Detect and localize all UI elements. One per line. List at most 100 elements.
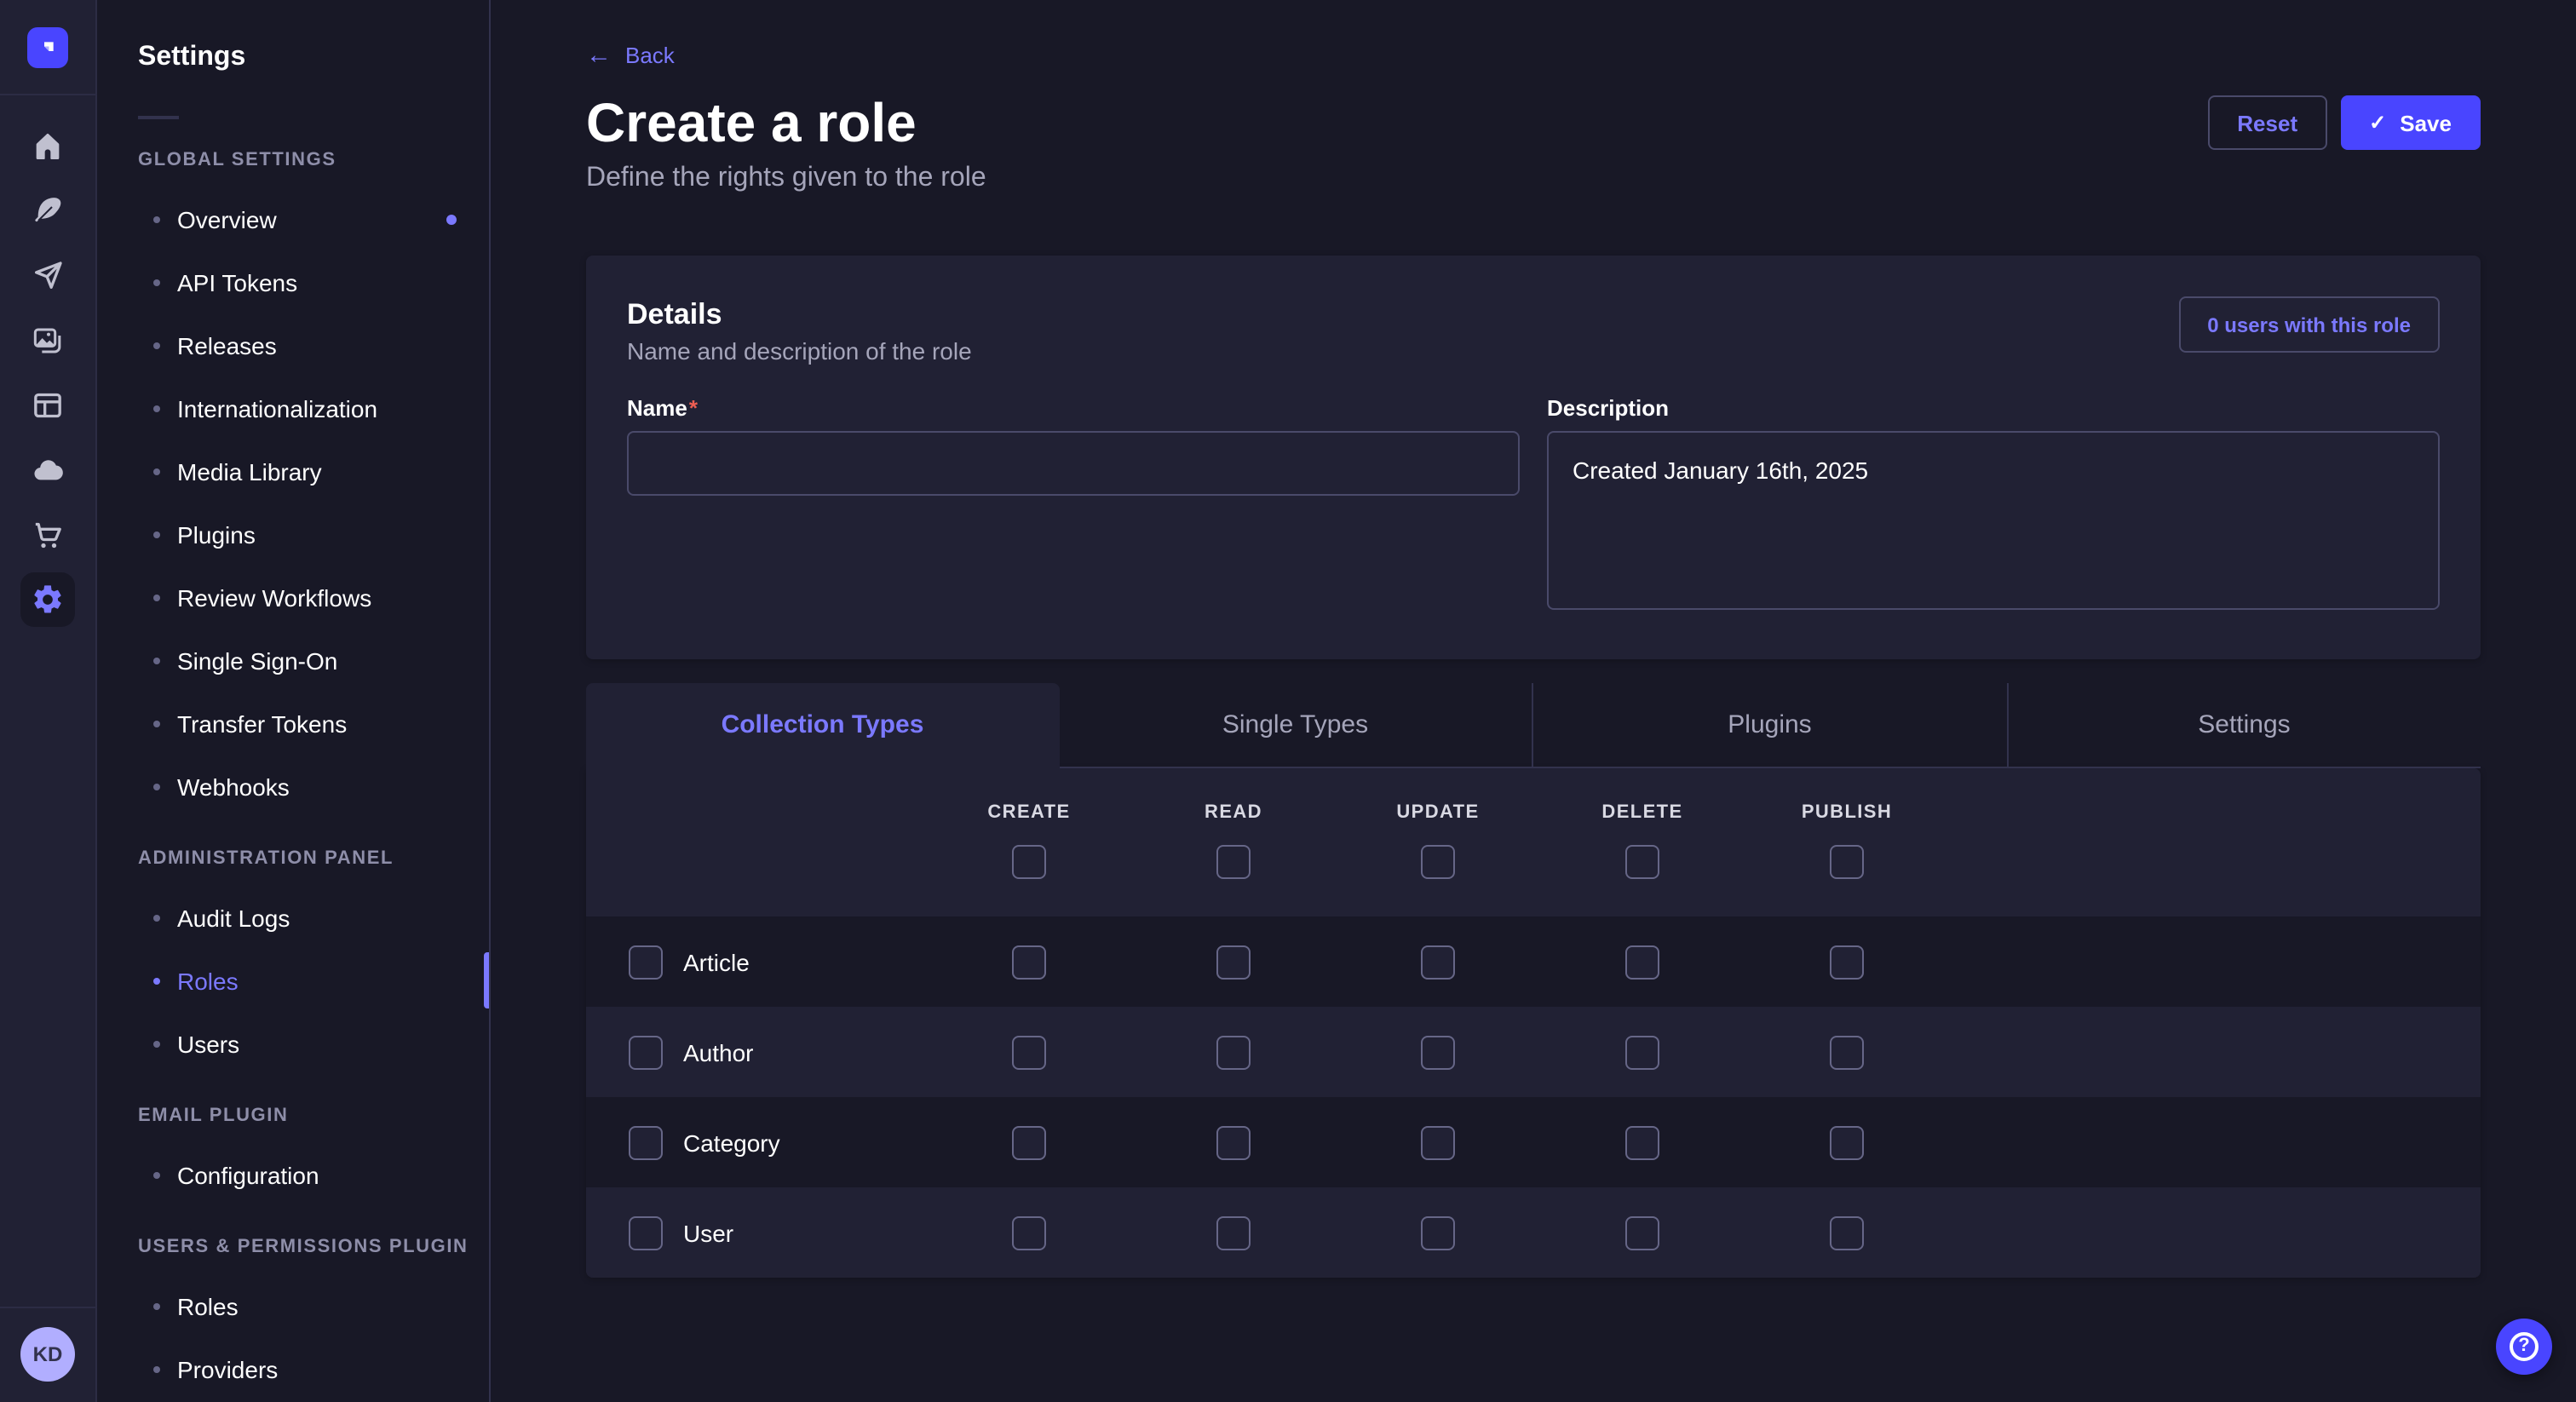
- sidebar-item-label: Review Workflows: [177, 583, 371, 611]
- author-row-checkbox[interactable]: [629, 1035, 663, 1069]
- sidebar-item-single-sign-on[interactable]: Single Sign-On: [97, 629, 489, 692]
- category-create-checkbox[interactable]: [1012, 1125, 1046, 1159]
- bullet-icon: [153, 783, 160, 790]
- sidebar-item-internationalization[interactable]: Internationalization: [97, 376, 489, 440]
- category-read-checkbox[interactable]: [1216, 1125, 1251, 1159]
- sidebar-item-releases[interactable]: Releases: [97, 313, 489, 376]
- title-row: Create a role Reset ✓ Save: [586, 89, 2481, 157]
- sidebar-item-api-tokens[interactable]: API Tokens: [97, 250, 489, 313]
- category-row-checkbox[interactable]: [629, 1125, 663, 1159]
- sidebar-item-label: Webhooks: [177, 773, 290, 800]
- column-header-label: DELETE: [1601, 802, 1682, 823]
- avatar[interactable]: KD: [20, 1327, 75, 1382]
- bullet-icon: [153, 342, 160, 348]
- select-all-cell: [1745, 845, 1949, 879]
- user-delete-checkbox[interactable]: [1625, 1215, 1659, 1250]
- tab-single-types[interactable]: Single Types: [1059, 683, 1532, 768]
- row-name-cell: Category: [586, 1125, 927, 1159]
- details-heading: Details Name and description of the role: [627, 296, 972, 365]
- tab-settings[interactable]: Settings: [2006, 683, 2481, 768]
- author-update-checkbox[interactable]: [1421, 1035, 1455, 1069]
- sidebar-item-overview[interactable]: Overview: [97, 187, 489, 250]
- author-delete-checkbox[interactable]: [1625, 1035, 1659, 1069]
- select-all-row: [586, 845, 2481, 879]
- name-input[interactable]: [627, 431, 1520, 496]
- sidebar-item-review-workflows[interactable]: Review Workflows: [97, 566, 489, 629]
- category-delete-checkbox[interactable]: [1625, 1125, 1659, 1159]
- column-header-publish: PUBLISH: [1745, 802, 1949, 823]
- paper-plane-icon[interactable]: [20, 249, 75, 303]
- permission-row-user: User: [586, 1187, 2481, 1278]
- details-fields: Name* Description Created January 16th, …: [627, 395, 2440, 618]
- description-textarea[interactable]: Created January 16th, 2025: [1547, 431, 2440, 610]
- author-create-checkbox[interactable]: [1012, 1035, 1046, 1069]
- feather-icon[interactable]: [20, 184, 75, 238]
- user-read-checkbox[interactable]: [1216, 1215, 1251, 1250]
- back-link[interactable]: ← Back: [586, 43, 675, 68]
- author-read-checkbox[interactable]: [1216, 1035, 1251, 1069]
- select-all-delete-checkbox[interactable]: [1625, 845, 1659, 879]
- permission-cell: [927, 1035, 1131, 1069]
- details-card-head: Details Name and description of the role…: [627, 296, 2440, 365]
- user-row-checkbox[interactable]: [629, 1215, 663, 1250]
- sidebar-item-users[interactable]: Users: [97, 1012, 489, 1075]
- reset-button[interactable]: Reset: [2208, 95, 2326, 150]
- bullet-icon: [153, 1365, 160, 1372]
- details-card: Details Name and description of the role…: [586, 256, 2481, 659]
- subnav-section-label: GLOBAL SETTINGS: [97, 147, 489, 174]
- article-row-checkbox[interactable]: [629, 945, 663, 979]
- column-header-create: CREATE: [927, 802, 1131, 823]
- required-mark: *: [689, 395, 698, 421]
- name-label: Name*: [627, 395, 1520, 421]
- layout-icon[interactable]: [20, 378, 75, 433]
- sidebar-item-roles[interactable]: Roles: [97, 1274, 489, 1337]
- category-update-checkbox[interactable]: [1421, 1125, 1455, 1159]
- sidebar-item-transfer-tokens[interactable]: Transfer Tokens: [97, 692, 489, 755]
- subnav-item-list: Audit LogsRolesUsers: [97, 886, 489, 1075]
- cart-icon[interactable]: [20, 508, 75, 562]
- category-publish-checkbox[interactable]: [1830, 1125, 1864, 1159]
- sidebar-item-roles[interactable]: Roles: [97, 949, 489, 1012]
- rail-icon-nav: [20, 95, 75, 627]
- article-delete-checkbox[interactable]: [1625, 945, 1659, 979]
- permission-cell: [1540, 1215, 1745, 1250]
- subnav-item-list: OverviewAPI TokensReleasesInternationali…: [97, 187, 489, 818]
- article-publish-checkbox[interactable]: [1830, 945, 1864, 979]
- tab-plugins[interactable]: Plugins: [1532, 683, 2006, 768]
- sidebar-item-media-library[interactable]: Media Library: [97, 440, 489, 503]
- help-button[interactable]: ?: [2496, 1319, 2552, 1375]
- strapi-logo-icon[interactable]: [27, 26, 68, 67]
- article-create-checkbox[interactable]: [1012, 945, 1046, 979]
- user-update-checkbox[interactable]: [1421, 1215, 1455, 1250]
- sidebar-item-label: Providers: [177, 1355, 278, 1382]
- cloud-icon[interactable]: [20, 443, 75, 497]
- article-update-checkbox[interactable]: [1421, 945, 1455, 979]
- permission-cell: [1745, 945, 1949, 979]
- column-header-label: PUBLISH: [1802, 802, 1892, 823]
- sidebar-item-providers[interactable]: Providers: [97, 1337, 489, 1400]
- feather-glyph: [31, 194, 65, 228]
- user-publish-checkbox[interactable]: [1830, 1215, 1864, 1250]
- sidebar-item-webhooks[interactable]: Webhooks: [97, 755, 489, 818]
- user-create-checkbox[interactable]: [1012, 1215, 1046, 1250]
- home-icon[interactable]: [20, 119, 75, 174]
- save-button[interactable]: ✓ Save: [2340, 95, 2481, 150]
- bullet-icon: [153, 405, 160, 411]
- sidebar-item-label: Configuration: [177, 1161, 319, 1188]
- cloud-glyph: [31, 453, 65, 487]
- select-all-publish-checkbox[interactable]: [1830, 845, 1864, 879]
- sidebar-item-plugins[interactable]: Plugins: [97, 503, 489, 566]
- select-all-read-checkbox[interactable]: [1216, 845, 1251, 879]
- select-all-update-checkbox[interactable]: [1421, 845, 1455, 879]
- select-all-create-checkbox[interactable]: [1012, 845, 1046, 879]
- gear-icon[interactable]: [20, 572, 75, 627]
- author-publish-checkbox[interactable]: [1830, 1035, 1864, 1069]
- select-all-cell: [1540, 845, 1745, 879]
- images-icon[interactable]: [20, 313, 75, 368]
- tab-collection-types[interactable]: Collection Types: [586, 683, 1059, 768]
- users-with-role-button[interactable]: 0 users with this role: [2178, 296, 2440, 353]
- subnav-item-list: Roles Providers: [97, 1274, 489, 1400]
- sidebar-item-audit-logs[interactable]: Audit Logs: [97, 886, 489, 949]
- sidebar-item-configuration[interactable]: Configuration: [97, 1143, 489, 1206]
- article-read-checkbox[interactable]: [1216, 945, 1251, 979]
